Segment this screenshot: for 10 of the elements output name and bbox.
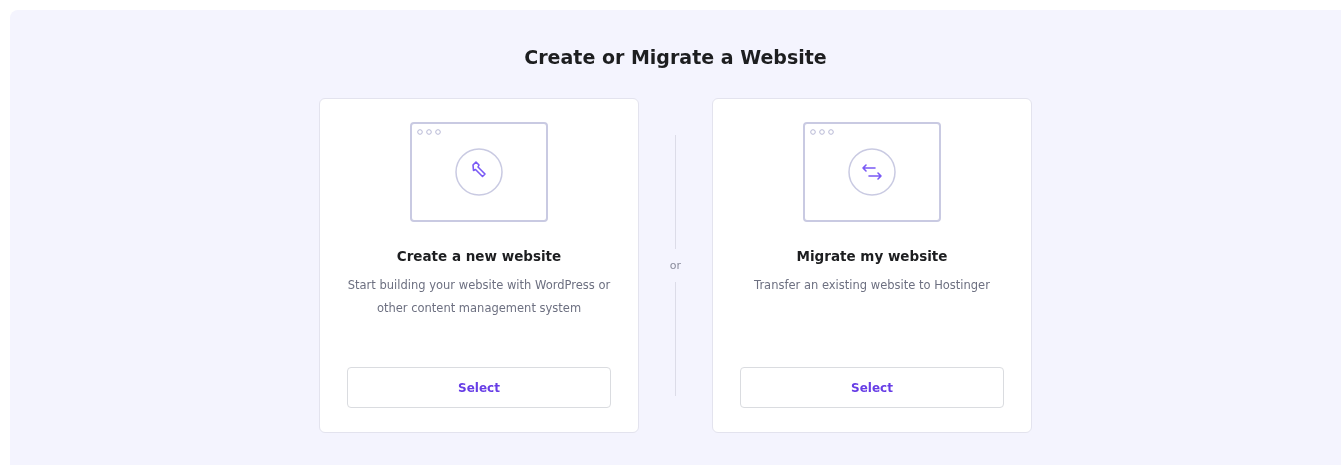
select-button[interactable]: Select (347, 367, 611, 408)
page-title: Create or Migrate a Website (524, 46, 827, 68)
or-label: or (669, 258, 682, 274)
option-title: Create a new website (396, 248, 562, 264)
select-button[interactable]: Select (740, 367, 1004, 408)
option-description: Start building your website with WordPress or other content management system (347, 277, 611, 317)
browser-wrench-icon (410, 122, 548, 222)
option-description: Transfer an existing website to Hostinger (754, 277, 990, 294)
browser-arrows-icon (803, 122, 941, 222)
option-title: Migrate my website (796, 248, 948, 264)
